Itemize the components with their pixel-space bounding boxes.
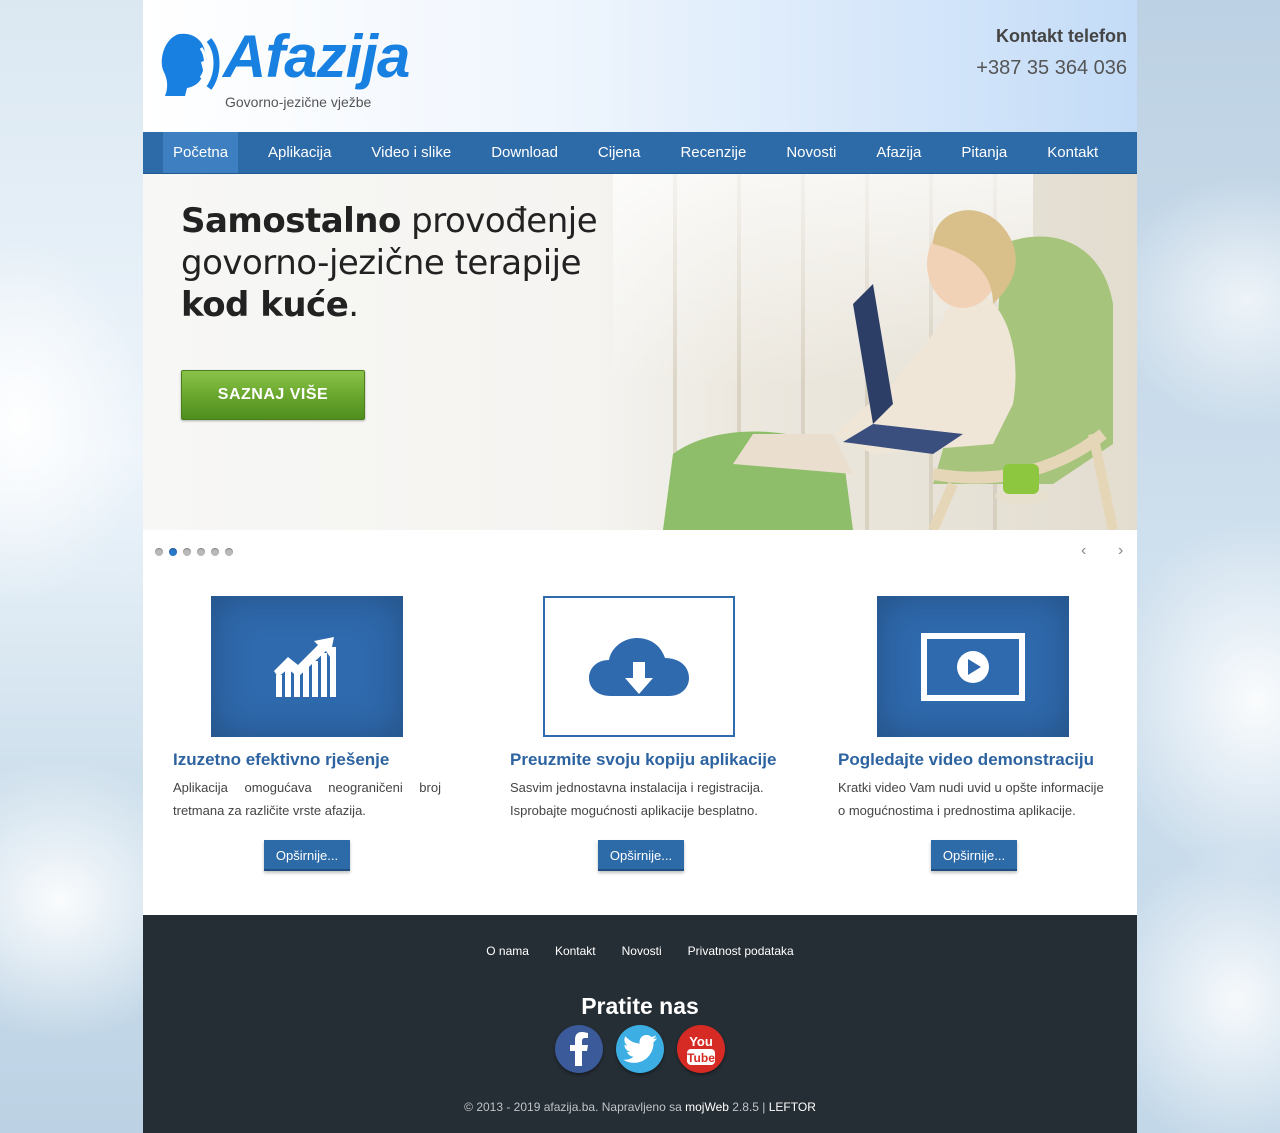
footer-links: O nama Kontakt Novosti Privatnost podata… [143, 944, 1137, 958]
slider-dot[interactable] [183, 548, 191, 556]
copyright-version: 2.8.5 | [728, 1100, 769, 1114]
contact-info: Kontakt telefon +387 35 364 036 [976, 26, 1127, 80]
feature-title[interactable]: Izuzetno efektivno rješenje [173, 750, 441, 770]
read-more-button[interactable]: Opširnije... [597, 840, 685, 871]
main-nav: Početna Aplikacija Video i slike Downloa… [143, 132, 1137, 174]
feature-text: Kratki video Vam nudi uvid u opšte infor… [838, 780, 1104, 818]
social-links: You Tube [143, 1025, 1137, 1073]
twitter-icon[interactable] [616, 1025, 664, 1073]
feature-text: Aplikacija omogućava neograničeni broj t… [173, 780, 441, 818]
footer-link-privatnost[interactable]: Privatnost podataka [688, 944, 794, 958]
hero-headline: Samostalno provođenje govorno-jezične te… [181, 200, 598, 326]
footer-link-novosti[interactable]: Novosti [622, 944, 662, 958]
copyright-text: © 2013 - 2019 afazija.ba. Napravljeno sa [464, 1100, 686, 1114]
features-section: Izuzetno efektivno rješenje Aplikacija o… [143, 576, 1137, 916]
cloud-download-icon [589, 637, 689, 696]
feature-video: Pogledajte video demonstraciju Kratki vi… [838, 596, 1110, 871]
background-sky-right [1137, 0, 1280, 1133]
nav-item-recenzije[interactable]: Recenzije [660, 132, 766, 173]
hero-line1-bold: Samostalno [181, 201, 401, 241]
site-footer: O nama Kontakt Novosti Privatnost podata… [143, 915, 1137, 1133]
contact-phone[interactable]: +387 35 364 036 [976, 57, 1127, 80]
hero-line3-bold: kod kuće [181, 285, 349, 325]
youtube-icon[interactable]: You Tube [677, 1025, 725, 1073]
nav-item-video-i-slike[interactable]: Video i slike [351, 132, 471, 173]
nav-item-download[interactable]: Download [471, 132, 578, 173]
nav-item-kontakt[interactable]: Kontakt [1027, 132, 1118, 173]
nav-item-pocetna[interactable]: Početna [163, 132, 239, 173]
facebook-icon[interactable] [555, 1025, 603, 1073]
feature-text: Sasvim jednostavna instalacija i registr… [510, 780, 764, 818]
slider-dot-active[interactable] [169, 548, 177, 556]
feature-title[interactable]: Pogledajte video demonstraciju [838, 750, 1110, 770]
contact-title: Kontakt telefon [995, 26, 1127, 46]
feature-image[interactable] [211, 596, 403, 737]
slider-dot[interactable] [155, 548, 163, 556]
logo-text: Afazija [223, 23, 410, 90]
read-more-button[interactable]: Opširnije... [930, 840, 1018, 871]
follow-us-title: Pratite nas [581, 993, 699, 1019]
footer-link-kontakt[interactable]: Kontakt [555, 944, 596, 958]
hero-slide: Samostalno provođenje govorno-jezične te… [143, 174, 1137, 530]
nav-item-cijena[interactable]: Cijena [578, 132, 661, 173]
background-sky-left [0, 0, 143, 1133]
hero-woman-laptop-image [663, 210, 1118, 530]
slider-controls: ‹ › [143, 530, 1137, 576]
video-play-icon [921, 632, 1025, 701]
mojweb-link[interactable]: mojWeb [685, 1100, 729, 1114]
site-header: Afazija Govorno-jezične vježbe Kontakt t… [143, 0, 1137, 132]
head-speaking-icon [161, 33, 220, 96]
slider-dots [155, 548, 233, 556]
chevron-right-icon[interactable]: › [1118, 542, 1123, 560]
chart-icon [274, 636, 336, 697]
leftor-link[interactable]: LEFTOR [769, 1100, 816, 1114]
read-more-button[interactable]: Opširnije... [263, 840, 351, 871]
youtube-you-label: You [689, 1034, 713, 1049]
feature-download: Preuzmite svoju kopiju aplikacije Sasvim… [510, 596, 776, 871]
nav-item-afazija[interactable]: Afazija [856, 132, 941, 173]
footer-link-o-nama[interactable]: O nama [486, 944, 529, 958]
youtube-tube-label: Tube [687, 1051, 715, 1065]
hero-line3-rest: . [348, 285, 359, 325]
slider-dot[interactable] [197, 548, 205, 556]
slider-dot[interactable] [211, 548, 219, 556]
feature-image[interactable] [543, 596, 735, 737]
copyright: © 2013 - 2019 afazija.ba. Napravljeno sa… [143, 1100, 1137, 1114]
nav-item-pitanja[interactable]: Pitanja [941, 132, 1027, 173]
chevron-left-icon[interactable]: ‹ [1081, 542, 1086, 560]
page-container: Afazija Govorno-jezične vježbe Kontakt t… [143, 0, 1137, 1133]
feature-title[interactable]: Preuzmite svoju kopiju aplikacije [510, 750, 776, 770]
logo-tagline: Govorno-jezične vježbe [225, 94, 372, 110]
logo[interactable]: Afazija Govorno-jezične vježbe [159, 23, 459, 114]
nav-item-novosti[interactable]: Novosti [766, 132, 856, 173]
learn-more-button[interactable]: SAZNAJ VIŠE [181, 370, 365, 420]
slider-dot[interactable] [225, 548, 233, 556]
nav-item-aplikacija[interactable]: Aplikacija [248, 132, 351, 173]
feature-image[interactable] [877, 596, 1069, 737]
hero-line2: govorno-jezične terapije [181, 243, 582, 283]
hero-line1-rest: provođenje [400, 201, 598, 241]
feature-effective: Izuzetno efektivno rješenje Aplikacija o… [173, 596, 441, 871]
